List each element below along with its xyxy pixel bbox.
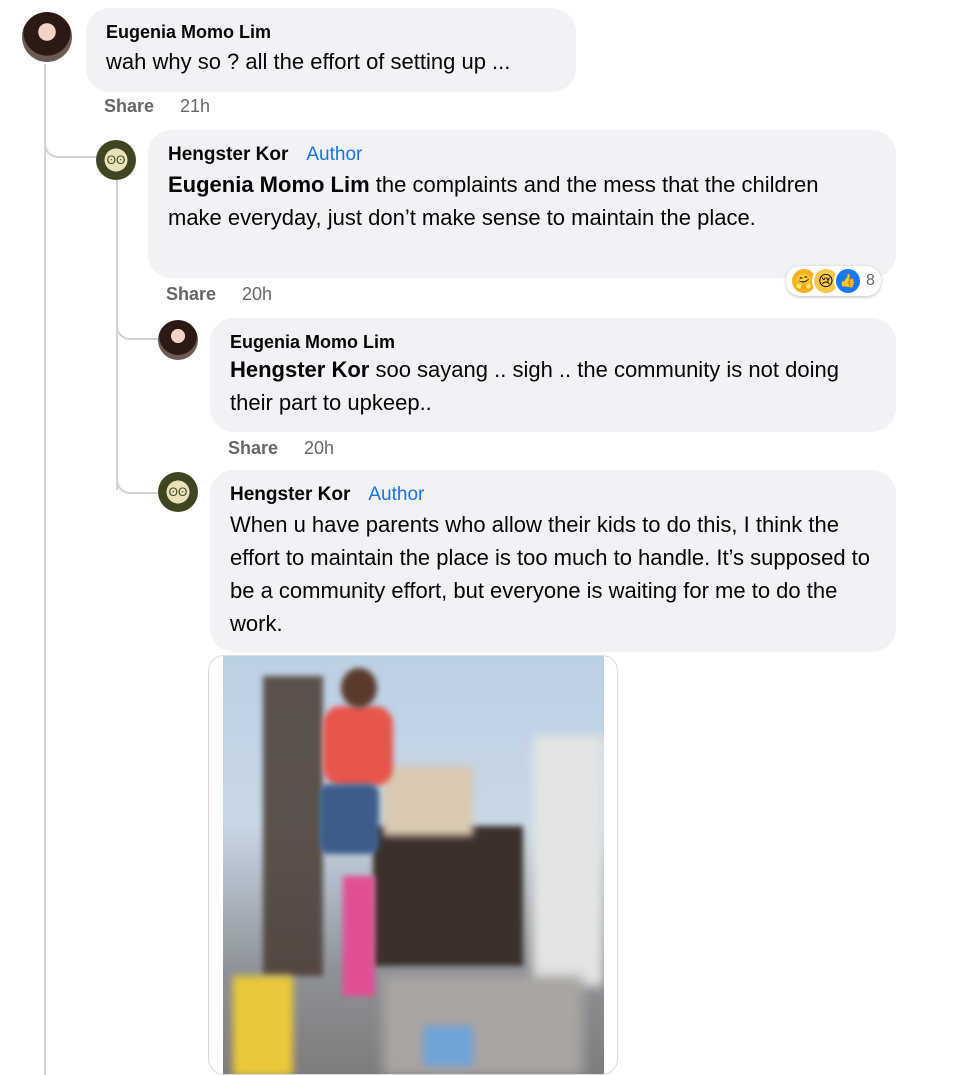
thread-elbow-reply-1	[44, 124, 98, 158]
comment-timestamp[interactable]: 20h	[304, 438, 334, 458]
comment-actions: Share 20h	[228, 438, 334, 459]
comment-text: wah why so ? all the effort of setting u…	[106, 49, 511, 74]
comment-bubble-3: Eugenia Momo Lim Hengster Kor soo sayang…	[210, 318, 896, 432]
share-button[interactable]: Share	[228, 438, 278, 458]
comment-text: Eugenia Momo Lim the complaints and the …	[168, 168, 874, 234]
share-button[interactable]: Share	[166, 284, 216, 304]
comment-bubble-4: Hengster Kor Author When u have parents w…	[210, 470, 896, 652]
photo-child-head	[341, 668, 377, 708]
avatar-eugenia-momo-lim[interactable]	[22, 12, 72, 62]
comment-author-name[interactable]: Eugenia Momo Lim	[106, 22, 271, 43]
avatar-eugenia-momo-lim[interactable]	[158, 320, 198, 360]
photo-blue-item	[423, 1026, 473, 1066]
mention-link[interactable]: Hengster Kor	[230, 357, 369, 382]
photo-pink-chair	[343, 876, 375, 996]
author-badge: Author	[368, 484, 425, 505]
thread-line-main	[44, 64, 46, 1075]
comment-bubble-2: Hengster Kor Author Eugenia Momo Lim the …	[148, 130, 896, 278]
reaction-summary[interactable]: 🤗 😢 👍 8	[786, 266, 881, 296]
reaction-count: 8	[866, 272, 875, 289]
photo-content	[223, 656, 604, 1074]
comment-author-name[interactable]: Hengster Kor	[168, 144, 288, 166]
photo-right-shelf	[533, 736, 603, 986]
comment-author-name[interactable]: Hengster Kor	[230, 484, 350, 506]
photo-books	[383, 766, 473, 836]
attached-photo[interactable]	[208, 655, 618, 1075]
mention-link[interactable]: Eugenia Momo Lim	[168, 172, 370, 197]
thread-line-reply-1	[116, 180, 118, 490]
photo-shelf-center	[373, 826, 523, 966]
owl-icon: ʘʘ	[106, 153, 126, 167]
comment-actions: Share 21h	[104, 96, 210, 117]
avatar-hengster-kor[interactable]: ʘʘ	[158, 472, 198, 512]
thread-elbow-reply-2	[116, 316, 162, 340]
comment-actions: Share 20h	[166, 284, 272, 305]
photo-floor-mess	[383, 976, 583, 1074]
thread-elbow-reply-3	[116, 470, 162, 494]
comment-bubble-1: Eugenia Momo Lim wah why so ? all the ef…	[86, 8, 576, 92]
comment-text: Hengster Kor soo sayang .. sigh .. the c…	[230, 353, 874, 419]
comment-timestamp[interactable]: 21h	[180, 96, 210, 116]
photo-yellow-chair	[233, 976, 293, 1074]
comment-author-name[interactable]: Eugenia Momo Lim	[230, 332, 395, 353]
photo-child-legs	[319, 784, 379, 854]
author-badge: Author	[306, 144, 363, 165]
photo-shelf-left	[263, 676, 323, 976]
like-reaction-icon: 👍	[834, 267, 862, 295]
comment-text: When u have parents who allow their kids…	[230, 512, 871, 636]
avatar-hengster-kor[interactable]: ʘʘ	[96, 140, 136, 180]
owl-icon: ʘʘ	[168, 485, 188, 499]
photo-child-shirt	[323, 706, 393, 786]
share-button[interactable]: Share	[104, 96, 154, 116]
comment-timestamp[interactable]: 20h	[242, 284, 272, 304]
